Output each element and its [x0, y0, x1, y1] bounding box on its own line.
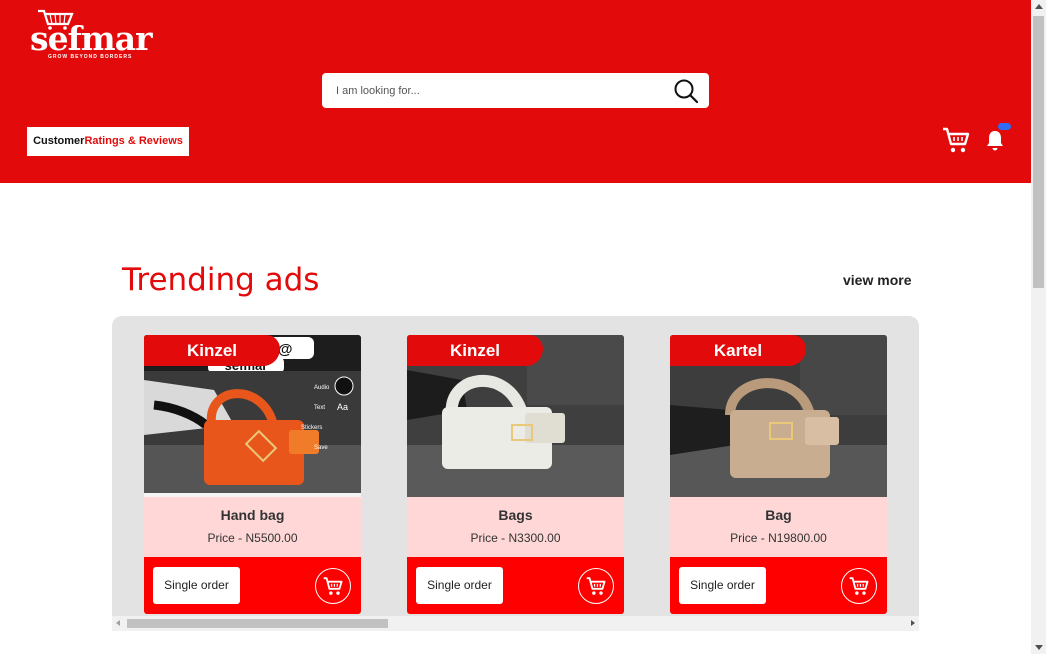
card-actions: Single order [144, 557, 361, 614]
page-scrollbar-thumb[interactable] [1033, 16, 1044, 288]
cart-icon [323, 577, 343, 595]
reviews-label-part2: Ratings & Reviews [84, 135, 183, 147]
seller-tag: Kinzel [144, 335, 280, 366]
reviews-label-part1: Customer [33, 135, 85, 147]
story-menu-stickers: Stickers [301, 425, 322, 431]
view-more-link[interactable]: view more [843, 272, 911, 288]
product-name[interactable]: Bags [407, 507, 624, 523]
product-price: Price - N3300.00 [470, 531, 561, 545]
cart-icon [586, 577, 606, 595]
brand-name: sefmar [30, 19, 152, 58]
brand-tagline: GROW BEYOND BORDERS [48, 54, 133, 60]
single-order-button[interactable]: Single order [153, 567, 240, 604]
add-to-cart-button[interactable] [578, 568, 614, 604]
page-scrollbar[interactable] [1031, 0, 1046, 654]
product-card[interactable]: Kartel Bag Price - N19800.00 Single orde… [670, 335, 887, 614]
product-name[interactable]: Bag [670, 507, 887, 523]
notification-badge [998, 123, 1011, 130]
single-order-button[interactable]: Single order [679, 567, 766, 604]
product-card[interactable]: s @ sefmar Audio Text Aa Stickers Save K… [144, 335, 361, 614]
product-card[interactable]: Kinzel Bags Price - N3300.00 Single orde… [407, 335, 624, 614]
single-order-button[interactable]: Single order [416, 567, 503, 604]
story-menu-audio: Audio [314, 385, 330, 391]
bell-icon[interactable] [985, 130, 1005, 152]
card-actions: Single order [670, 557, 887, 614]
scroll-up-arrow-icon[interactable] [1035, 4, 1043, 9]
brand-logo[interactable]: sefmar GROW BEYOND BORDERS [30, 8, 162, 62]
trending-carousel: s @ sefmar Audio Text Aa Stickers Save K… [112, 316, 919, 616]
search-bar [322, 73, 709, 108]
carousel-scrollbar-thumb[interactable] [127, 619, 388, 628]
story-text-glyph: Aa [337, 402, 348, 412]
story-menu-save: Save [314, 445, 328, 451]
seller-tag: Kinzel [407, 335, 543, 366]
card-actions: Single order [407, 557, 624, 614]
story-menu-text: Text [314, 405, 325, 411]
product-name[interactable]: Hand bag [144, 507, 361, 523]
customer-reviews-link[interactable]: CustomerRatings & Reviews [27, 127, 189, 156]
scroll-left-arrow-icon[interactable] [116, 620, 120, 626]
seller-tag: Kartel [670, 335, 806, 366]
scroll-down-arrow-icon[interactable] [1035, 645, 1043, 650]
scroll-right-arrow-icon[interactable] [911, 620, 915, 626]
product-price: Price - N5500.00 [207, 531, 298, 545]
trending-title: Trending ads [122, 262, 320, 298]
search-icon[interactable] [673, 78, 699, 104]
carousel-scrollbar[interactable] [112, 616, 919, 631]
search-input[interactable] [332, 73, 660, 108]
add-to-cart-button[interactable] [841, 568, 877, 604]
cart-icon [849, 577, 869, 595]
product-price: Price - N19800.00 [730, 531, 827, 545]
add-to-cart-button[interactable] [315, 568, 351, 604]
cart-icon[interactable] [942, 126, 970, 154]
site-header: sefmar GROW BEYOND BORDERS CustomerRatin… [0, 0, 1031, 183]
